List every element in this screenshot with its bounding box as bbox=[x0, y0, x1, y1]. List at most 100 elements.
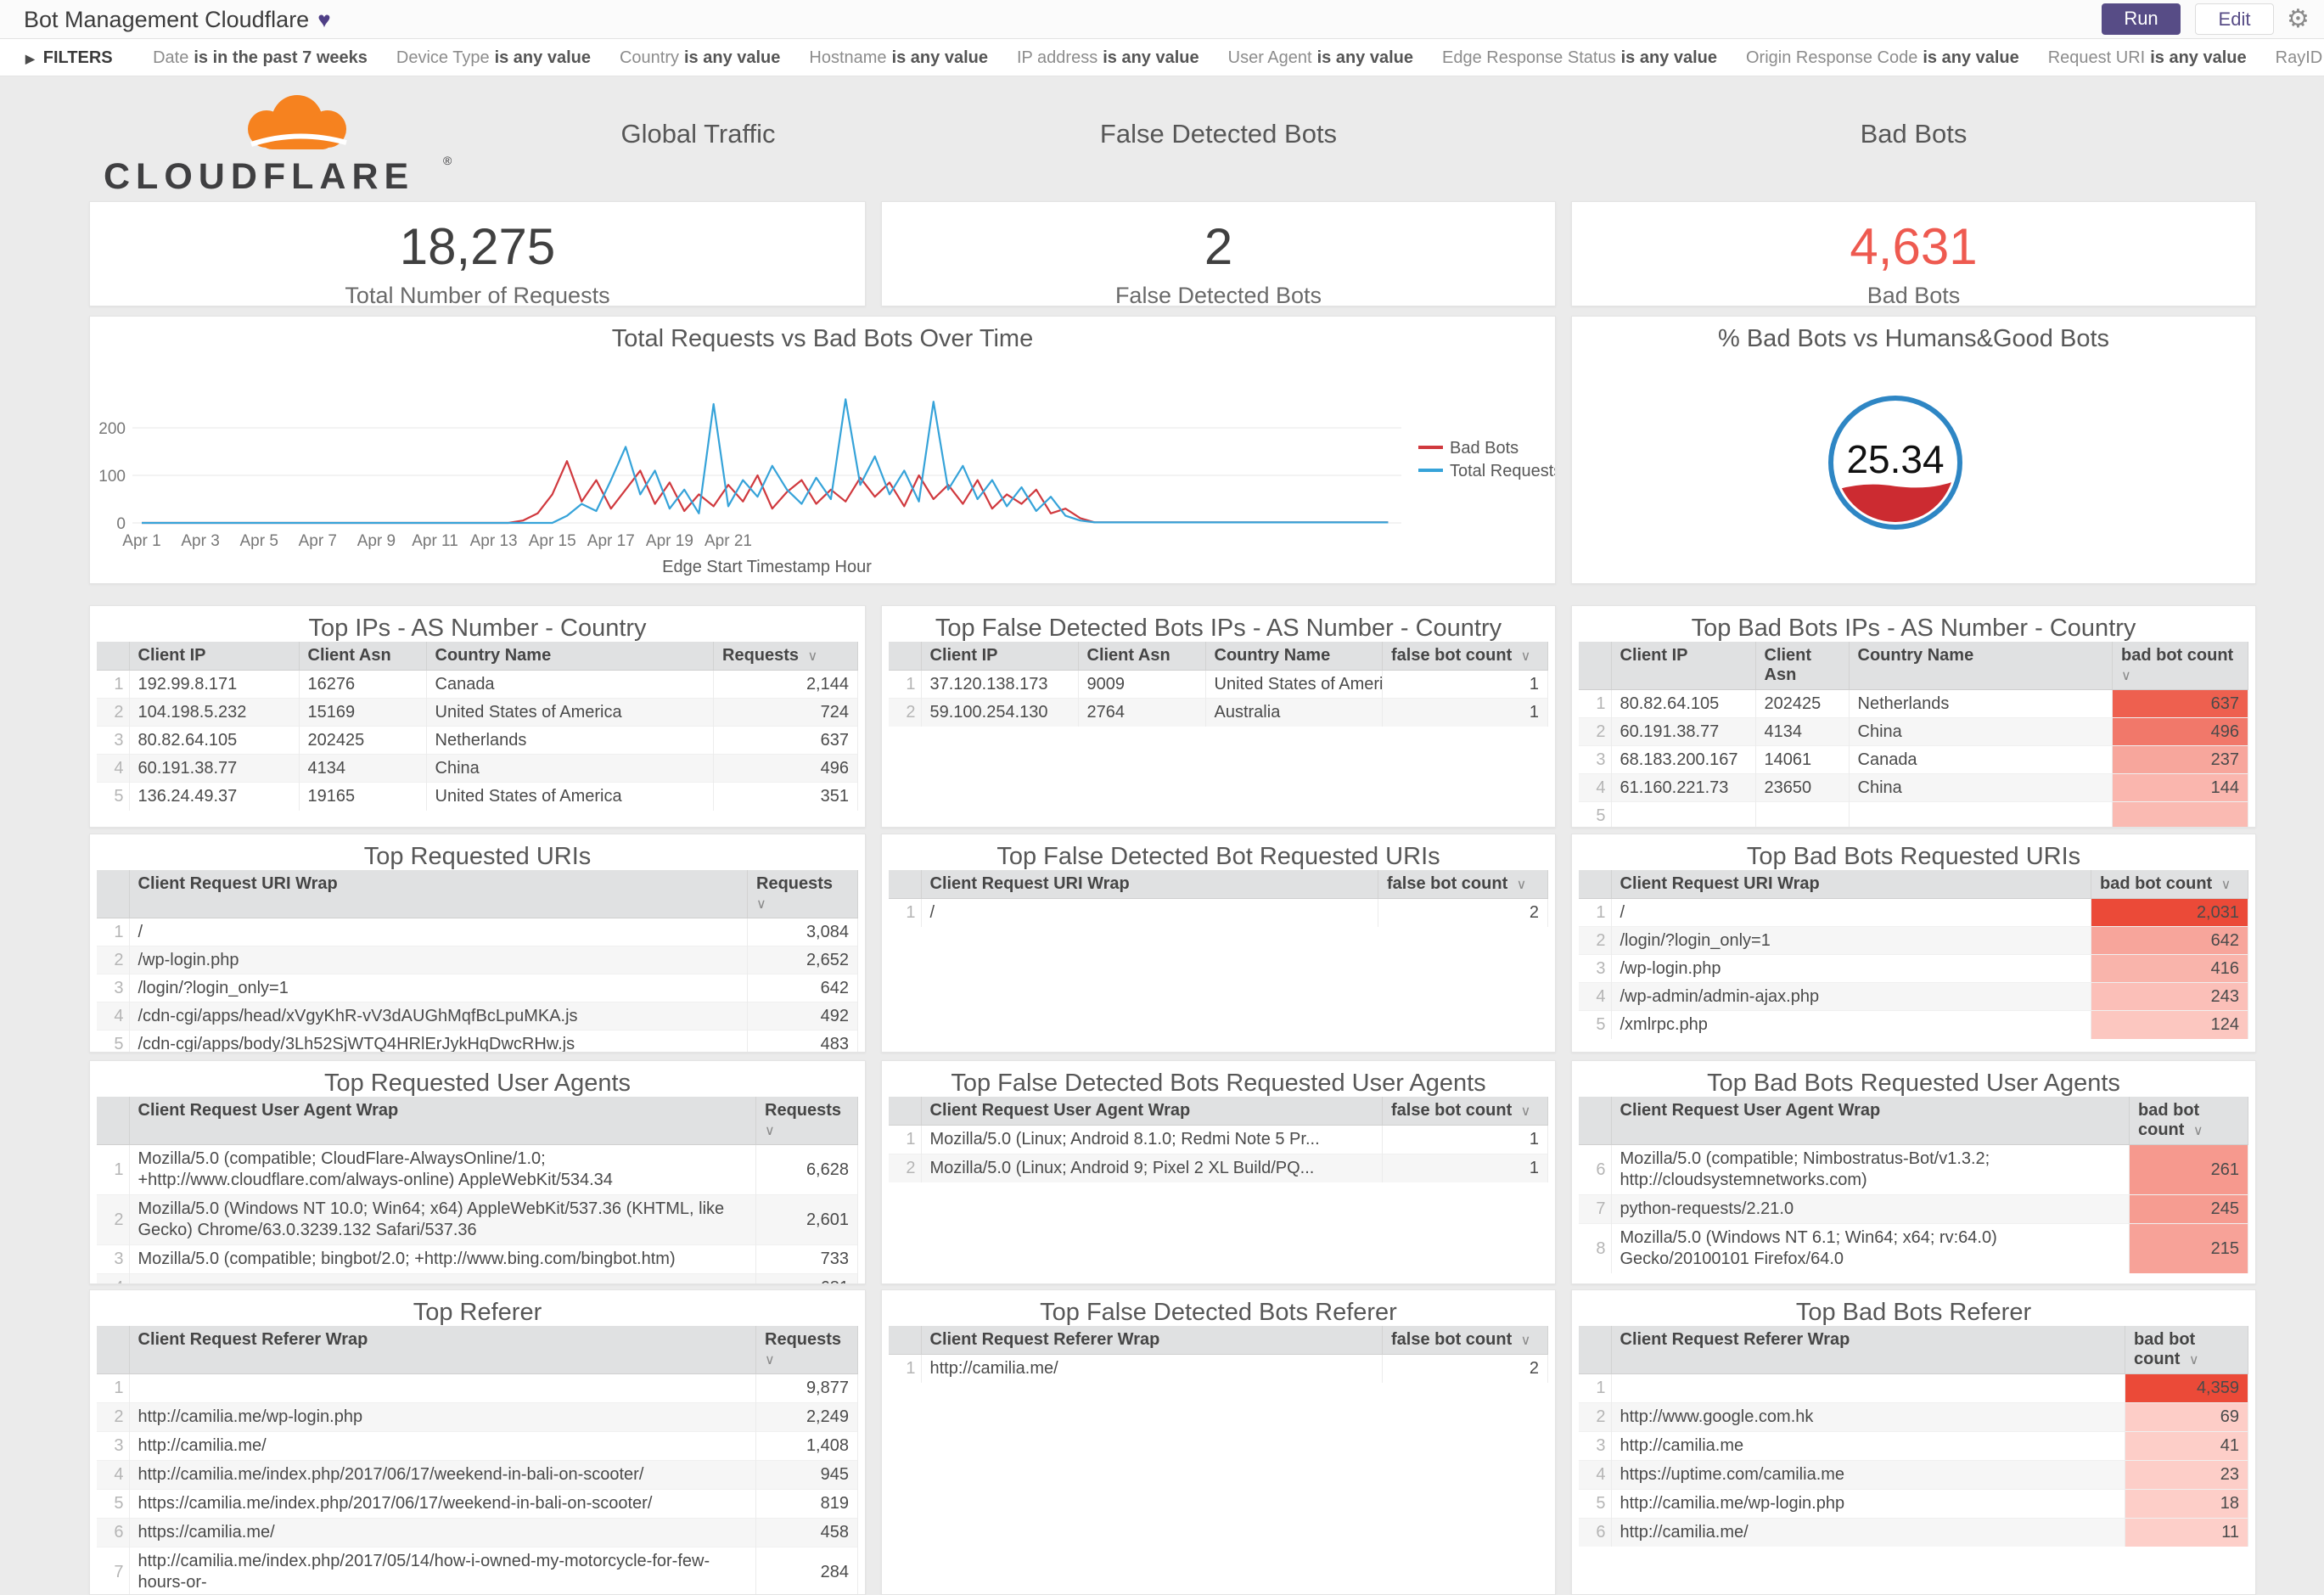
svg-text:Apr 7: Apr 7 bbox=[299, 532, 337, 550]
row-index: 1 bbox=[889, 1126, 921, 1154]
timeseries-chart[interactable]: 0100200Apr 1Apr 3Apr 5Apr 7Apr 9Apr 11Ap… bbox=[90, 354, 1555, 583]
tile-top-referers: Top Referer Client Request Referer WrapR… bbox=[89, 1289, 866, 1595]
sorted-column-header[interactable]: false bot count ∨ bbox=[1383, 1097, 1548, 1126]
row-index: 4 bbox=[1579, 983, 1611, 1011]
column-header[interactable]: Country Name bbox=[1205, 642, 1383, 671]
filters-toggle[interactable]: ▶FILTERS bbox=[25, 48, 113, 68]
table-cell bbox=[129, 1274, 756, 1285]
filter-chip[interactable]: Hostnameis any value bbox=[809, 48, 988, 68]
row-index: 5 bbox=[1579, 1011, 1611, 1039]
column-header[interactable]: Client Request URI Wrap bbox=[129, 870, 748, 918]
tile-title: Top IPs - AS Number - Country bbox=[90, 606, 865, 642]
sorted-column-header[interactable]: Requests ∨ bbox=[756, 1326, 858, 1374]
column-header[interactable]: Client IP bbox=[129, 642, 299, 671]
column-header[interactable]: Client Asn bbox=[1755, 642, 1849, 690]
table-cell: /wp-login.php bbox=[129, 946, 748, 974]
filter-chip[interactable]: Origin Response Codeis any value bbox=[1746, 48, 2019, 68]
filter-field: Hostname bbox=[809, 48, 886, 67]
row-index: 5 bbox=[97, 1490, 129, 1519]
table-row: 1/2,031 bbox=[1579, 899, 2248, 927]
table-cell: /login/?login_only=1 bbox=[1611, 927, 2091, 955]
row-index: 2 bbox=[1579, 718, 1611, 746]
table-row: 4/cdn-cgi/apps/head/xVgyKhR-vV3dAUGhMqfB… bbox=[97, 1002, 858, 1031]
column-header[interactable]: Client Request URI Wrap bbox=[921, 870, 1378, 899]
value-cell: 2,144 bbox=[714, 671, 858, 699]
column-header[interactable]: Client IP bbox=[921, 642, 1078, 671]
tile-false-uas: Top False Detected Bots Requested User A… bbox=[881, 1060, 1556, 1284]
sort-desc-icon: ∨ bbox=[2189, 1124, 2203, 1138]
sorted-column-header[interactable]: Requests ∨ bbox=[756, 1097, 858, 1145]
column-header[interactable]: Client Request User Agent Wrap bbox=[129, 1097, 756, 1145]
sorted-column-header[interactable]: false bot count ∨ bbox=[1378, 870, 1548, 899]
sorted-column-header[interactable]: false bot count ∨ bbox=[1383, 1326, 1548, 1355]
filter-chip[interactable]: Device Typeis any value bbox=[396, 48, 591, 68]
svg-text:0: 0 bbox=[116, 515, 126, 533]
value-cell: 819 bbox=[756, 1490, 858, 1519]
table-cell: 104.198.5.232 bbox=[129, 699, 299, 727]
column-header[interactable]: Client Asn bbox=[1078, 642, 1205, 671]
row-index: 2 bbox=[97, 1403, 129, 1432]
section-title-false: False Detected Bots bbox=[881, 119, 1556, 161]
sorted-column-header[interactable]: Requests ∨ bbox=[714, 642, 858, 671]
sorted-column-header[interactable]: bad bot count ∨ bbox=[2113, 642, 2248, 690]
row-index: 2 bbox=[1579, 1403, 1611, 1432]
column-header[interactable]: Client Request Referer Wrap bbox=[921, 1326, 1383, 1355]
edit-button[interactable]: Edit bbox=[2195, 3, 2274, 35]
table-cell: Australia bbox=[1205, 699, 1383, 727]
table-cell: http://camilia.me/ bbox=[921, 1355, 1383, 1384]
filter-chip[interactable]: Countryis any value bbox=[620, 48, 780, 68]
filter-chip[interactable]: RayIDis any value bbox=[2276, 48, 2324, 68]
table-row: 5/cdn-cgi/apps/body/3Lh52SjWTQ4HRlErJykH… bbox=[97, 1031, 858, 1053]
run-button[interactable]: Run bbox=[2102, 3, 2181, 35]
top-bar: Bot Management Cloudflare♥ Run Edit ⚙ bbox=[0, 0, 2324, 39]
sort-desc-icon: ∨ bbox=[2185, 1353, 2198, 1368]
table-cell bbox=[129, 1374, 756, 1403]
table-row: 4/wp-admin/admin-ajax.php243 bbox=[1579, 983, 2248, 1011]
gauge-tile: % Bad Bots vs Humans&Good Bots 25.34 bbox=[1571, 316, 2256, 584]
column-header[interactable]: Client Request User Agent Wrap bbox=[921, 1097, 1383, 1126]
sort-desc-icon: ∨ bbox=[1517, 1334, 1530, 1348]
value-cell: 2,652 bbox=[748, 946, 858, 974]
column-header[interactable]: Client Request URI Wrap bbox=[1611, 870, 2091, 899]
row-index: 6 bbox=[1579, 1519, 1611, 1547]
column-header[interactable]: Client Request User Agent Wrap bbox=[1611, 1097, 2130, 1145]
table-row: 2/login/?login_only=1642 bbox=[1579, 927, 2248, 955]
index-column-header bbox=[1579, 1326, 1611, 1374]
svg-text:®: ® bbox=[443, 154, 452, 167]
column-header[interactable]: Client Request Referer Wrap bbox=[129, 1326, 756, 1374]
sorted-column-header[interactable]: bad bot count ∨ bbox=[2125, 1326, 2248, 1374]
row-index: 5 bbox=[1579, 802, 1611, 828]
index-column-header bbox=[97, 1097, 129, 1145]
chart-title: Total Requests vs Bad Bots Over Time bbox=[90, 317, 1555, 352]
sort-desc-icon: ∨ bbox=[1513, 878, 1526, 892]
table-cell: /cdn-cgi/apps/body/3Lh52SjWTQ4HRlErJykHq… bbox=[129, 1031, 748, 1053]
column-header[interactable]: Client IP bbox=[1611, 642, 1755, 690]
column-header[interactable]: Country Name bbox=[426, 642, 714, 671]
filter-chip[interactable]: Dateis in the past 7 weeks bbox=[153, 48, 368, 68]
sorted-column-header[interactable]: false bot count ∨ bbox=[1383, 642, 1548, 671]
kpi-false-bots-value: 2 bbox=[882, 217, 1555, 276]
table-row: 3http://camilia.me41 bbox=[1579, 1432, 2248, 1461]
gear-icon[interactable]: ⚙ bbox=[2287, 3, 2310, 36]
row-index: 3 bbox=[1579, 746, 1611, 774]
column-header[interactable]: Client Request Referer Wrap bbox=[1611, 1326, 2125, 1374]
table-row: 137.120.138.1739009United States of Amer… bbox=[889, 671, 1548, 699]
value-cell: 1 bbox=[1383, 699, 1548, 727]
sorted-column-header[interactable]: bad bot count ∨ bbox=[2130, 1097, 2248, 1145]
sorted-column-header[interactable]: bad bot count ∨ bbox=[2091, 870, 2248, 899]
row-index: 7 bbox=[97, 1547, 129, 1595]
table-cell: United States of America bbox=[426, 699, 714, 727]
row-index: 1 bbox=[1579, 690, 1611, 718]
column-header[interactable]: Country Name bbox=[1849, 642, 2113, 690]
filter-chip[interactable]: Edge Response Statusis any value bbox=[1442, 48, 1717, 68]
filter-chip[interactable]: User Agentis any value bbox=[1228, 48, 1413, 68]
column-header[interactable]: Client Asn bbox=[299, 642, 426, 671]
row-index: 4 bbox=[97, 1002, 129, 1031]
table-cell: Netherlands bbox=[1849, 690, 2113, 718]
sorted-column-header[interactable]: Requests ∨ bbox=[748, 870, 858, 918]
filter-chip[interactable]: Request URIis any value bbox=[2048, 48, 2247, 68]
tile-title: Top False Detected Bots Referer bbox=[882, 1290, 1555, 1326]
filter-chip[interactable]: IP addressis any value bbox=[1017, 48, 1199, 68]
row-index: 5 bbox=[97, 783, 129, 811]
table-cell: 2764 bbox=[1078, 699, 1205, 727]
